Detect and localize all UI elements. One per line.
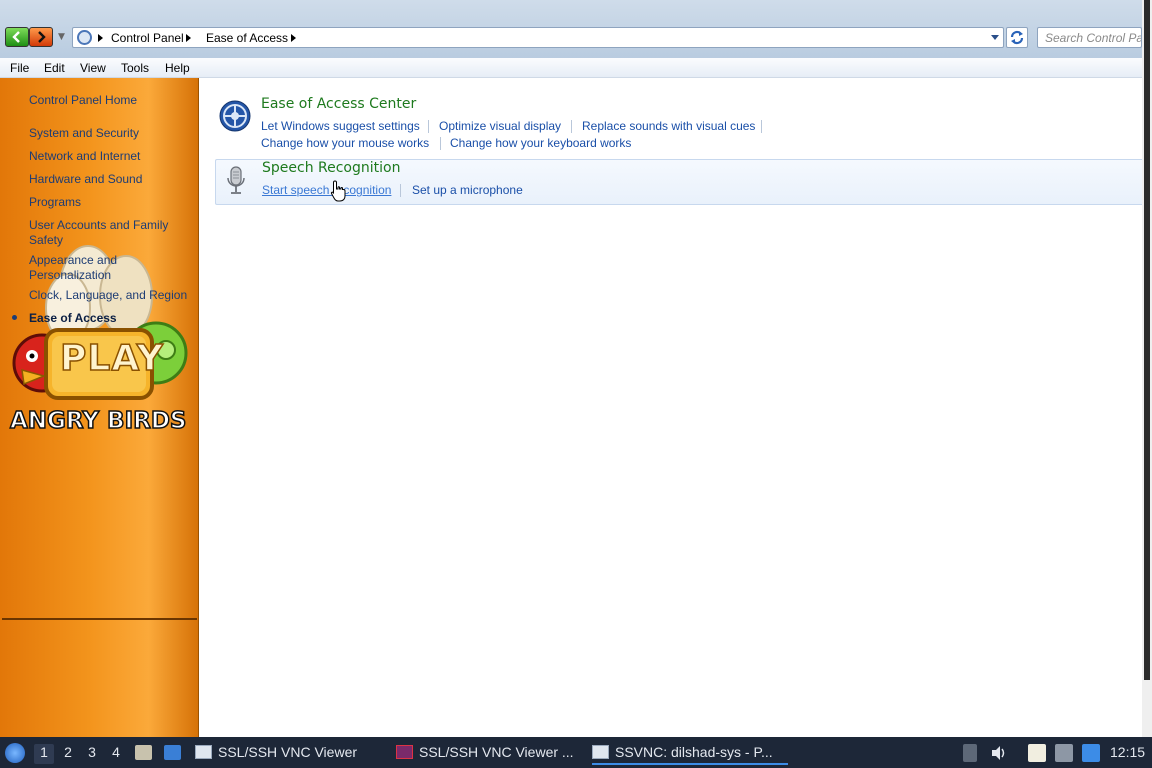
link-separator — [428, 120, 429, 133]
breadcrumb-chevron-icon[interactable] — [98, 34, 103, 42]
link-start-speech-recognition[interactable]: Start speech recognition — [262, 183, 391, 197]
menu-help[interactable]: Help — [165, 61, 190, 75]
workspace-1[interactable]: 1 — [34, 744, 54, 764]
link-change-mouse[interactable]: Change how your mouse works — [261, 136, 429, 150]
hand-cursor-icon — [330, 180, 346, 202]
link-set-up-microphone[interactable]: Set up a microphone — [412, 183, 523, 197]
sidebar-item-control-panel-home[interactable]: Control Panel Home — [29, 93, 137, 108]
recent-pages-dropdown-icon[interactable]: ▼ — [58, 32, 65, 42]
menu-file[interactable]: File — [10, 61, 29, 75]
task-label: SSVNC: dilshad-sys - P... — [615, 744, 773, 760]
breadcrumb-chevron-icon[interactable] — [291, 34, 296, 42]
clipboard-icon[interactable] — [1028, 744, 1046, 762]
address-toolbar: ▼ Control Panel Ease of Access Search Co… — [0, 0, 1142, 58]
refresh-button[interactable] — [1006, 27, 1028, 48]
speech-recognition-title[interactable]: Speech Recognition — [262, 160, 400, 176]
link-optimize-visual-display[interactable]: Optimize visual display — [439, 119, 561, 133]
active-item-bullet-icon — [12, 315, 17, 320]
sidebar-item-hardware[interactable]: Hardware and Sound — [29, 172, 142, 187]
vnc-remote-desktop: ▼ Control Panel Ease of Access Search Co… — [0, 0, 1152, 768]
sidebar-item-programs[interactable]: Programs — [29, 195, 81, 210]
category-speech-recognition: Speech Recognition Start speech recognit… — [215, 159, 1145, 205]
sidebar: Control Panel Home System and Security N… — [0, 78, 199, 737]
link-separator — [761, 120, 762, 133]
task-label: SSL/SSH VNC Viewer — [218, 744, 358, 760]
scrollbar-thumb[interactable] — [1144, 0, 1150, 680]
link-separator — [571, 120, 572, 133]
breadcrumb-chevron-icon[interactable] — [186, 34, 191, 42]
link-change-keyboard[interactable]: Change how your keyboard works — [450, 136, 631, 150]
ad-play-label: PLAY — [59, 337, 164, 380]
task-ssl-ssh-vnc-viewer[interactable]: SSL/SSH VNC Viewer — [195, 741, 357, 765]
menu-edit[interactable]: Edit — [44, 61, 65, 75]
link-replace-sounds[interactable]: Replace sounds with visual cues — [582, 119, 755, 133]
back-arrow-icon — [12, 31, 20, 43]
tray-up-arrow-icon[interactable] — [963, 744, 977, 762]
volume-icon[interactable] — [990, 744, 1008, 762]
ad-angry-birds-label: ANGRY BIRDS — [9, 407, 187, 435]
link-separator — [440, 137, 441, 150]
sidebar-item-network[interactable]: Network and Internet — [29, 149, 140, 164]
main-content: Ease of Access Center Let Windows sugges… — [200, 78, 1145, 737]
sidebar-item-system-security[interactable]: System and Security — [29, 126, 139, 141]
back-button[interactable] — [5, 27, 29, 47]
search-input[interactable]: Search Control Pa — [1037, 27, 1142, 48]
task-ssvnc-dilshad[interactable]: SSVNC: dilshad-sys - P... — [592, 741, 788, 765]
workspace-4[interactable]: 4 — [106, 744, 126, 764]
microphone-icon[interactable] — [220, 164, 252, 196]
ease-of-access-icon[interactable] — [219, 100, 251, 132]
sidebar-item-appearance[interactable]: Appearance and Personalization — [29, 253, 179, 283]
show-desktop-icon[interactable] — [164, 745, 181, 760]
forward-arrow-icon — [38, 31, 46, 43]
link-let-windows-suggest[interactable]: Let Windows suggest settings — [261, 119, 420, 133]
workspace-3[interactable]: 3 — [82, 744, 102, 764]
clock[interactable]: 12:15 — [1110, 744, 1145, 760]
menu-tools[interactable]: Tools — [121, 61, 149, 75]
breadcrumb-control-panel[interactable]: Control Panel — [111, 31, 184, 45]
network-icon[interactable] — [1055, 744, 1073, 762]
x-window-icon — [396, 745, 413, 759]
file-manager-icon[interactable] — [135, 745, 152, 760]
sidebar-item-ease-of-access[interactable]: Ease of Access — [29, 311, 117, 326]
task-ssl-ssh-vnc-viewer-2[interactable]: SSL/SSH VNC Viewer ... — [396, 741, 574, 765]
sidebar-item-clock-language[interactable]: Clock, Language, and Region — [29, 288, 187, 303]
forward-button[interactable] — [29, 27, 53, 47]
task-label: SSL/SSH VNC Viewer ... — [419, 744, 574, 760]
vertical-scrollbar[interactable] — [1142, 0, 1152, 740]
sidebar-divider — [2, 618, 197, 620]
breadcrumb-ease-of-access[interactable]: Ease of Access — [206, 31, 288, 45]
link-separator — [400, 184, 401, 197]
address-history-dropdown-icon[interactable] — [991, 35, 999, 40]
start-menu-icon[interactable] — [5, 743, 25, 763]
window-icon — [592, 745, 609, 759]
taskbar: 1 2 3 4 SSL/SSH VNC Viewer SSL/SSH VNC V… — [0, 737, 1152, 768]
menu-bar: File Edit View Tools Help — [0, 58, 1142, 78]
address-field[interactable]: Control Panel Ease of Access — [72, 27, 1004, 48]
ease-of-access-center-title[interactable]: Ease of Access Center — [261, 96, 416, 112]
refresh-icon — [1010, 30, 1024, 45]
control-panel-icon — [77, 30, 92, 45]
menu-view[interactable]: View — [80, 61, 106, 75]
category-ease-of-access-center: Ease of Access Center Let Windows sugges… — [215, 96, 1145, 150]
window-icon — [195, 745, 212, 759]
updates-icon[interactable] — [1082, 744, 1100, 762]
workspace-2[interactable]: 2 — [58, 744, 78, 764]
